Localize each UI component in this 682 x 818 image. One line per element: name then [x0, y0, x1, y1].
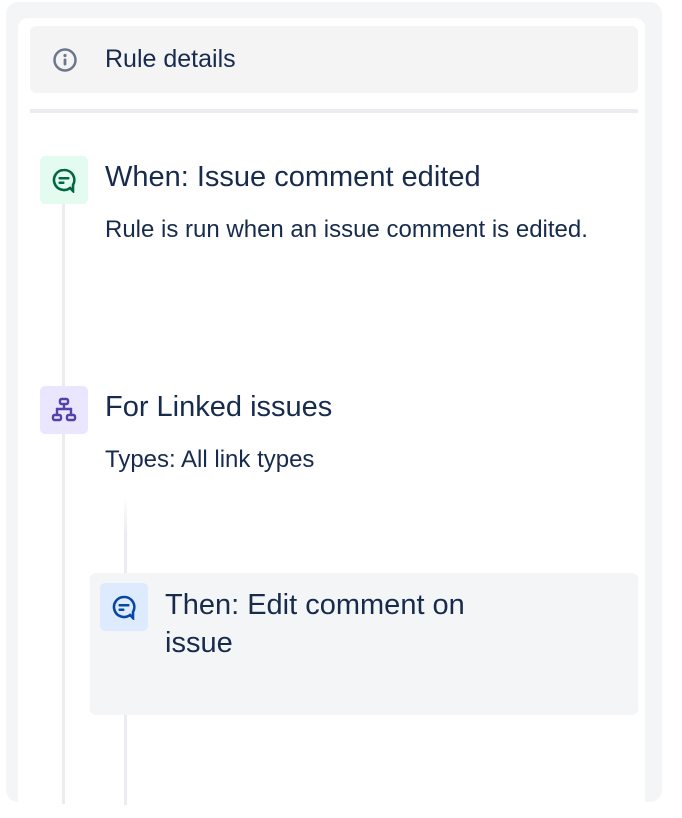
rule-details-button[interactable]: Rule details [30, 26, 638, 93]
comment-icon [40, 156, 88, 204]
branch-description: Types: All link types [105, 446, 315, 473]
divider [30, 109, 638, 113]
action-title: Then: Edit comment on issue [165, 589, 465, 659]
branch-title: For Linked issues [105, 391, 333, 423]
info-icon [53, 48, 77, 72]
timeline-line [62, 204, 65, 804]
rule-details-label: Rule details [105, 45, 236, 73]
trigger-title: When: Issue comment edited [105, 161, 481, 193]
comment-icon [100, 583, 148, 631]
hierarchy-icon [40, 386, 88, 434]
trigger-description: Rule is run when an issue comment is edi… [105, 216, 588, 243]
action-component[interactable]: Then: Edit comment on issue [90, 573, 638, 715]
